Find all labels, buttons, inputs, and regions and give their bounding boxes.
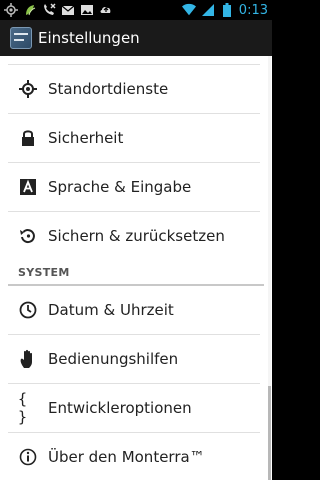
- settings-item-label: Datum & Uhrzeit: [48, 301, 174, 319]
- settings-item-label: Sichern & zurücksetzen: [48, 227, 225, 245]
- settings-app-icon[interactable]: [10, 27, 32, 49]
- battery-icon: [220, 3, 234, 17]
- settings-item-developer-options[interactable]: { } Entwickleroptionen: [0, 384, 272, 432]
- settings-item-language[interactable]: Sprache & Eingabe: [0, 163, 272, 211]
- info-icon: [18, 447, 38, 467]
- settings-item-security[interactable]: Sicherheit: [0, 114, 272, 162]
- wifi-icon: [181, 3, 196, 17]
- settings-item-label: Bedienungshilfen: [48, 350, 179, 368]
- braces-icon: { }: [18, 390, 28, 426]
- hand-icon: [18, 349, 38, 369]
- settings-item-label: Standortdienste: [48, 80, 169, 98]
- lock-icon: [18, 128, 38, 148]
- settings-list[interactable]: Standortdienste Sicherheit Sprache & Ein…: [0, 56, 272, 480]
- gps-icon: [4, 3, 18, 17]
- scrollbar-thumb[interactable]: [268, 386, 271, 480]
- settings-item-label: Über den Monterra™: [48, 448, 205, 466]
- phone-x-icon: [42, 3, 56, 17]
- settings-item-accessibility[interactable]: Bedienungshilfen: [0, 335, 272, 383]
- status-time: 0:13: [238, 2, 268, 18]
- language-icon: [18, 177, 38, 197]
- settings-item-label: Sprache & Eingabe: [48, 178, 192, 196]
- backup-icon: [18, 226, 38, 246]
- swiftkey-icon: [23, 3, 37, 17]
- section-header-system: SYSTEM: [0, 260, 272, 286]
- upload-icon: [99, 3, 113, 17]
- settings-item-label: Sicherheit: [48, 129, 124, 147]
- settings-item-backup[interactable]: Sichern & zurücksetzen: [0, 212, 272, 260]
- page-title: Einstellungen: [38, 29, 140, 47]
- action-bar: Einstellungen: [0, 20, 272, 56]
- signal-icon: [201, 3, 215, 17]
- clock-icon: [18, 300, 38, 320]
- status-bar: 0:13: [0, 0, 272, 20]
- settings-item-label: Entwickleroptionen: [48, 399, 192, 417]
- mail-icon: [61, 3, 75, 17]
- section-title: SYSTEM: [18, 266, 70, 279]
- settings-item-about[interactable]: Über den Monterra™: [0, 433, 272, 480]
- image-icon: [80, 3, 94, 17]
- settings-item-location[interactable]: Standortdienste: [0, 65, 272, 113]
- settings-item-date-time[interactable]: Datum & Uhrzeit: [0, 286, 272, 334]
- location-icon: [18, 79, 38, 99]
